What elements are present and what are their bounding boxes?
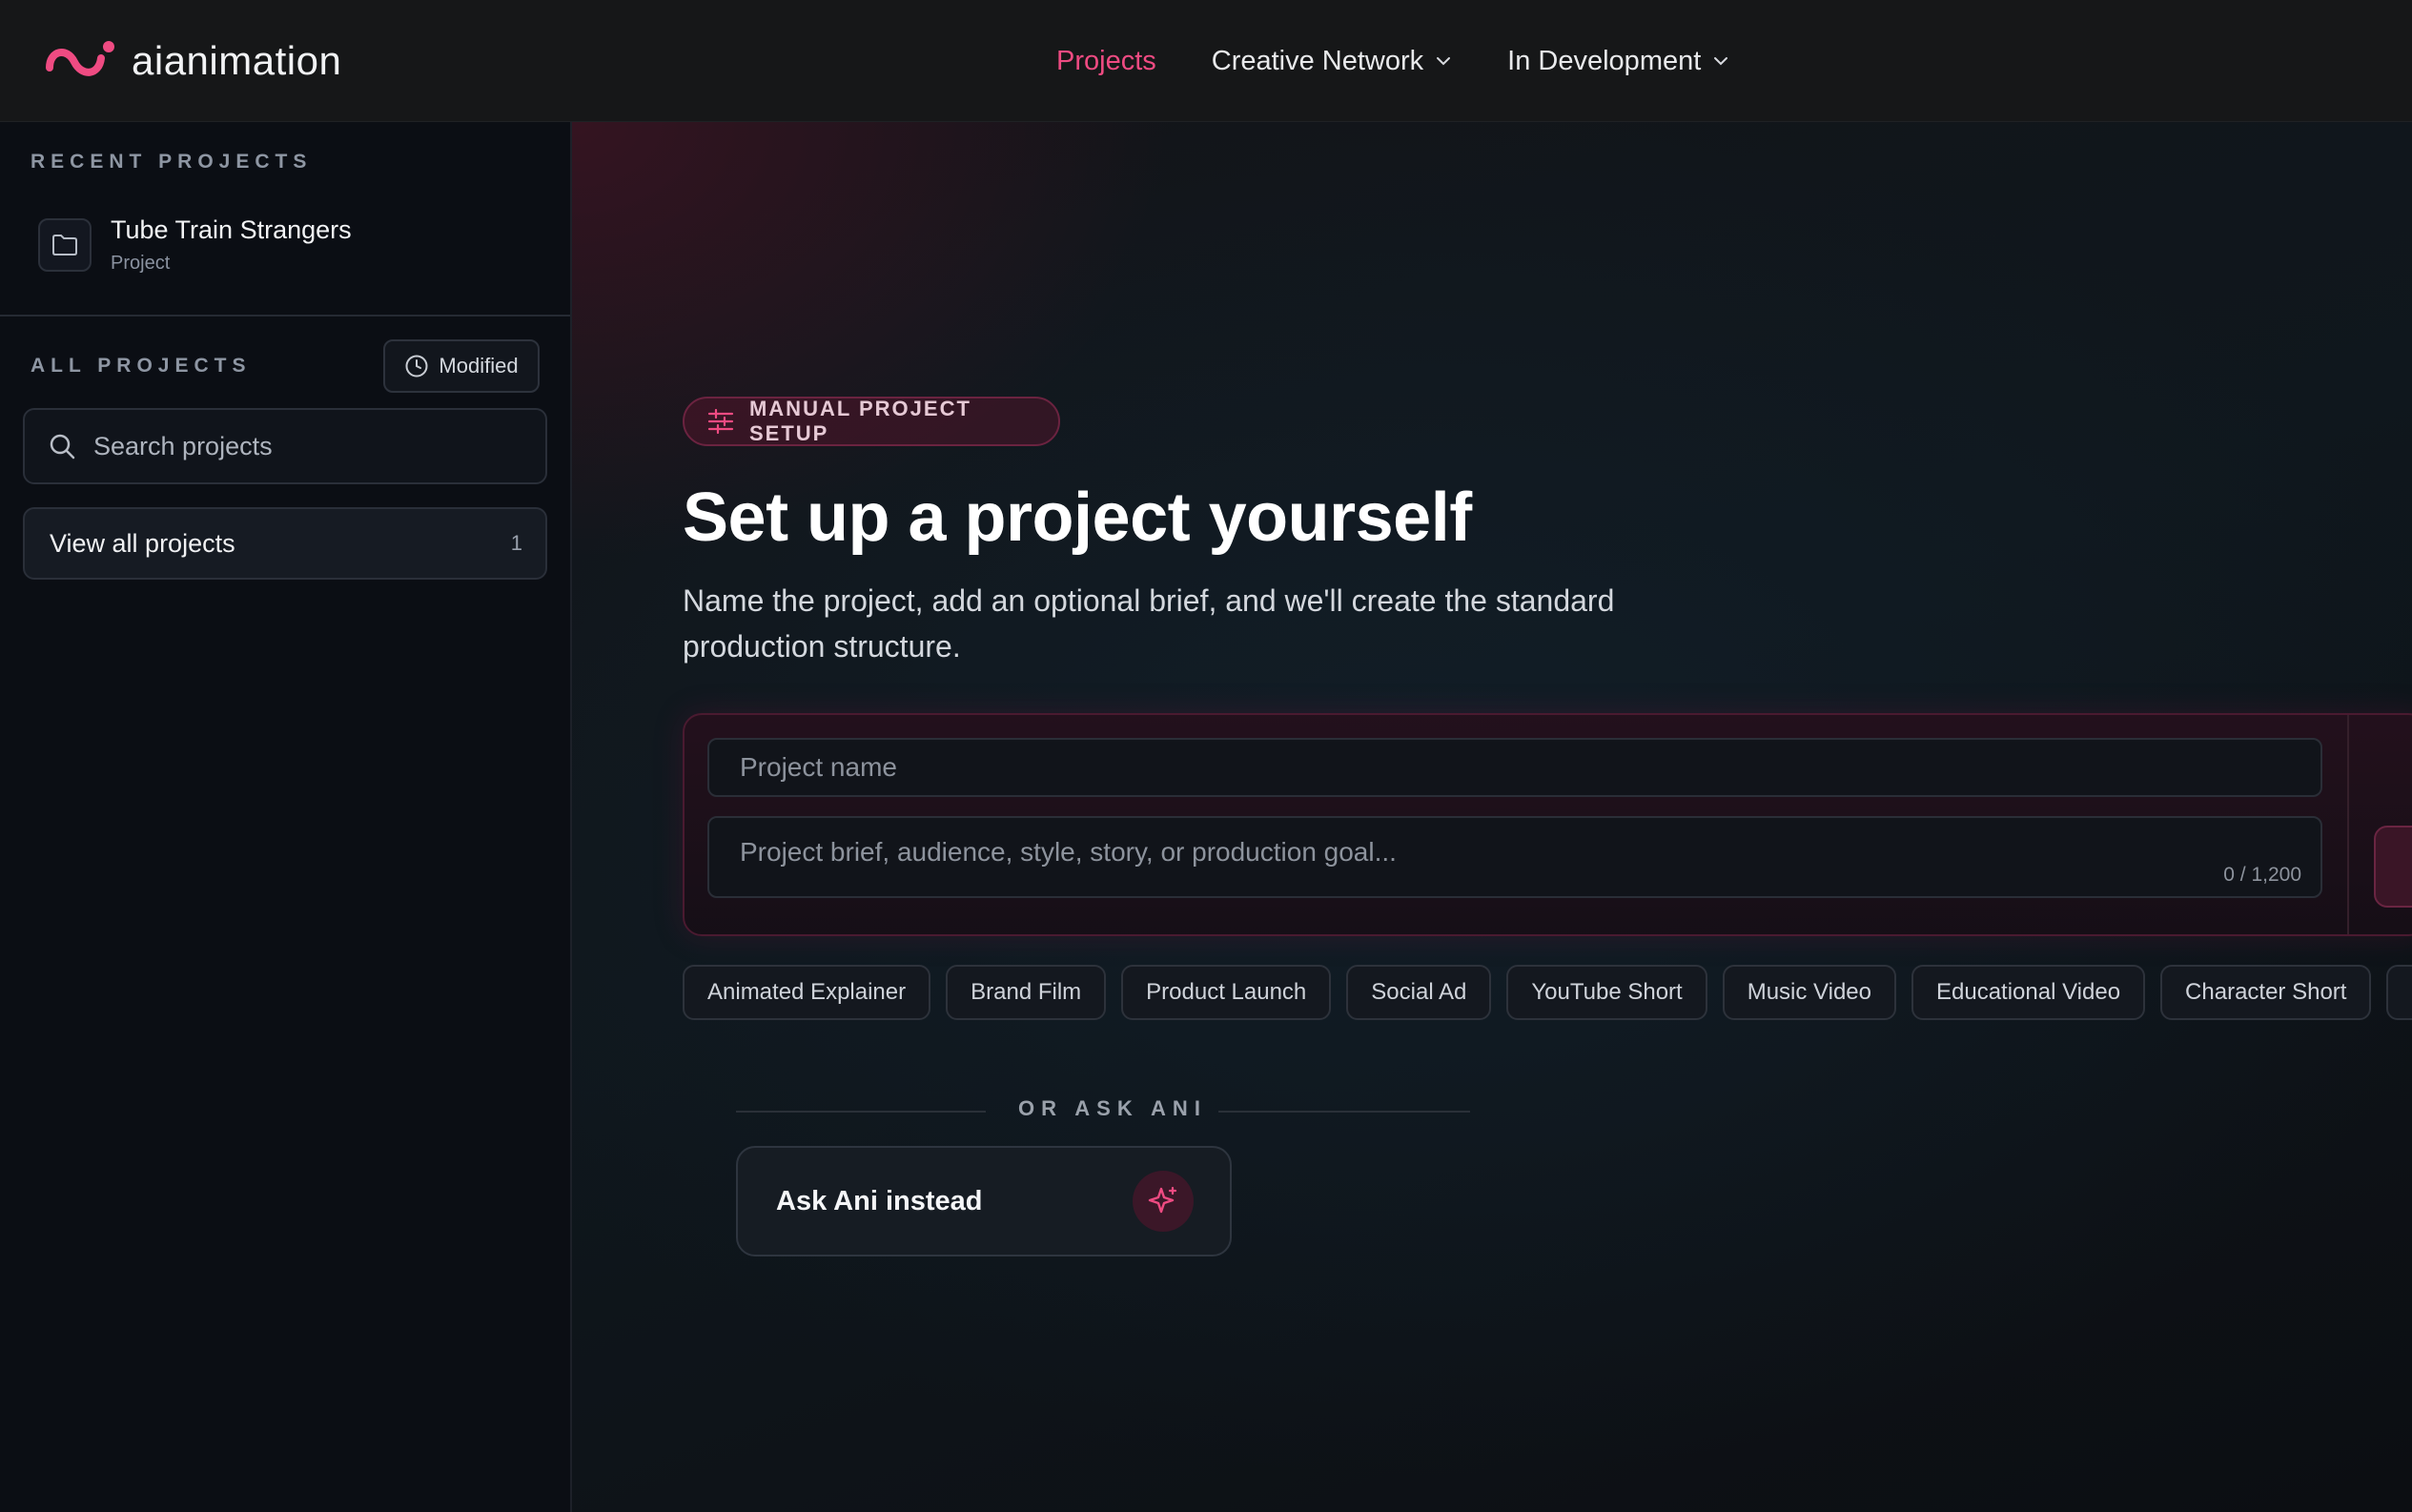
search-icon <box>50 434 75 460</box>
form-divider <box>2347 715 2349 934</box>
manual-setup-label: MANUAL PROJECT SETUP <box>748 397 971 445</box>
chip-character-short[interactable]: Character Short <box>2160 965 2372 1020</box>
page-title: Set up a project yourself <box>683 480 1472 556</box>
nav-projects-label: Projects <box>1056 45 1156 76</box>
template-chip-row: Animated Explainer Brand Film Product La… <box>683 965 2412 1020</box>
project-brief-input[interactable] <box>740 837 2170 885</box>
chip-youtube-short[interactable]: YouTube Short <box>1506 965 1707 1020</box>
brand-logo[interactable]: aianimation <box>44 36 341 86</box>
chip-educational-video[interactable]: Educational Video <box>1911 965 2146 1020</box>
recent-project-title: Tube Train Strangers <box>111 215 352 244</box>
project-name-input[interactable] <box>707 738 2322 797</box>
divider-line-right <box>1218 1111 1470 1113</box>
or-ask-ani-label: OR ASK ANI <box>1018 1096 1207 1120</box>
manual-setup-badge: MANUAL PROJECT SETUP <box>683 397 1060 446</box>
project-search-box <box>23 408 547 484</box>
chip-animated-explainer[interactable]: Animated Explainer <box>683 965 931 1020</box>
chip-social-ad[interactable]: Social Ad <box>1346 965 1492 1020</box>
brand-mark-icon <box>46 41 114 76</box>
divider-line-left <box>736 1111 986 1113</box>
sort-modified-button[interactable]: Modified <box>383 339 540 393</box>
chip-music-video[interactable]: Music Video <box>1722 965 1896 1020</box>
or-ask-ani-divider: OR ASK ANI <box>736 1096 1470 1125</box>
sort-modified-label: Modified <box>439 354 519 378</box>
search-input[interactable] <box>93 431 532 461</box>
chevron-down-icon <box>1437 57 1451 66</box>
page-subtitle: Name the project, add an optional brief,… <box>683 583 1615 664</box>
sliders-icon <box>707 409 734 434</box>
project-setup-form: 0 / 1,200 <box>683 713 2412 936</box>
clock-icon <box>405 355 428 378</box>
top-navigation-bar: aianimation Projects Creative Network In… <box>0 0 2412 122</box>
folder-icon <box>38 218 92 272</box>
project-brief-field: 0 / 1,200 <box>707 816 2322 898</box>
recent-projects-heading: RECENT PROJECTS <box>31 151 313 173</box>
chip-brand-film[interactable]: Brand Film <box>946 965 1107 1020</box>
ask-ani-label: Ask Ani instead <box>776 1185 983 1216</box>
nav-in-development[interactable]: In Development <box>1507 46 1729 77</box>
view-all-projects-label: View all projects <box>50 528 235 558</box>
chevron-down-icon <box>1714 57 1728 66</box>
nav-in-development-label: In Development <box>1507 45 1702 76</box>
main-nav: Projects Creative Network In Development <box>1056 0 1729 122</box>
recent-project-item[interactable]: Tube Train Strangers Project <box>38 212 553 278</box>
brief-character-counter: 0 / 1,200 <box>2223 864 2301 886</box>
nav-creative-network-label: Creative Network <box>1211 45 1424 76</box>
main-content: MANUAL PROJECT SETUP Set up a project yo… <box>572 122 2412 1512</box>
recent-project-subtitle: Project <box>111 253 171 274</box>
brand-name: aianimation <box>132 38 342 83</box>
view-all-projects-button[interactable]: View all projects 1 <box>23 507 547 580</box>
projects-sidebar: RECENT PROJECTS Tube Train Strangers Pro… <box>0 122 572 1512</box>
sparkle-icon <box>1133 1171 1194 1232</box>
chip-product-launch[interactable]: Product Launch <box>1121 965 1332 1020</box>
nav-projects[interactable]: Projects <box>1056 46 1156 77</box>
nav-creative-network[interactable]: Creative Network <box>1212 46 1452 77</box>
create-project-button[interactable] <box>2374 826 2412 908</box>
sidebar-divider <box>0 315 570 317</box>
chip-overflow[interactable] <box>2386 965 2412 1020</box>
project-count-badge: 1 <box>510 531 522 555</box>
ask-ani-button[interactable]: Ask Ani instead <box>736 1146 1232 1257</box>
all-projects-heading: ALL PROJECTS <box>31 355 252 377</box>
